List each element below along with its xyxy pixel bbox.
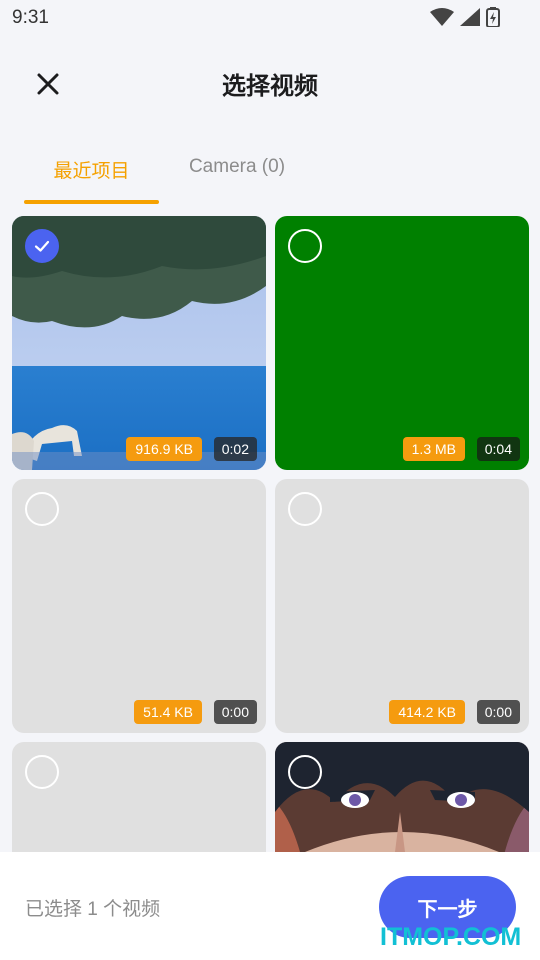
active-tab-indicator (24, 200, 159, 204)
header: 选择视频 (0, 50, 540, 116)
selection-count-text: 已选择 1 个视频 (25, 899, 161, 920)
video-tile[interactable]: 51.4 KB 0:00 (12, 479, 266, 733)
tab-bar: 最近项目 Camera (0) (0, 142, 540, 204)
selection-indicator[interactable] (25, 492, 59, 526)
duration-badge: 0:00 (213, 700, 257, 724)
tab-recent[interactable]: 最近项目 (24, 142, 159, 204)
watermark: ITMOP.COM (380, 923, 522, 951)
duration-badge: 0:02 (213, 437, 257, 461)
file-size-badge: 51.4 KB (134, 700, 202, 724)
status-bar: 9:31 (0, 0, 540, 36)
file-size-badge: 916.9 KB (126, 437, 202, 461)
file-size-badge: 1.3 MB (402, 437, 465, 461)
page-title: 选择视频 (222, 73, 318, 100)
cellular-signal-icon (460, 8, 480, 26)
tab-camera[interactable]: Camera (0) (170, 142, 304, 204)
selection-indicator[interactable] (288, 492, 322, 526)
status-time: 9:31 (12, 7, 49, 28)
selection-indicator[interactable] (25, 755, 59, 789)
file-size-badge: 414.2 KB (389, 700, 465, 724)
selection-indicator[interactable] (288, 755, 322, 789)
wifi-icon (430, 8, 454, 26)
video-tile[interactable]: 414.2 KB 0:00 (275, 479, 529, 733)
video-tile[interactable]: 1.3 MB 0:04 (275, 216, 529, 470)
duration-badge: 0:04 (476, 437, 520, 461)
tab-camera-label: Camera (0) (188, 156, 286, 177)
duration-badge: 0:00 (476, 700, 520, 724)
status-icons (430, 7, 500, 27)
video-tile[interactable]: 916.9 KB 0:02 (12, 216, 266, 470)
checkmark-icon (34, 240, 50, 252)
battery-charging-icon (486, 7, 500, 27)
tab-recent-label: 最近项目 (53, 161, 130, 182)
selection-indicator[interactable] (288, 229, 322, 263)
selection-indicator[interactable] (25, 229, 59, 263)
